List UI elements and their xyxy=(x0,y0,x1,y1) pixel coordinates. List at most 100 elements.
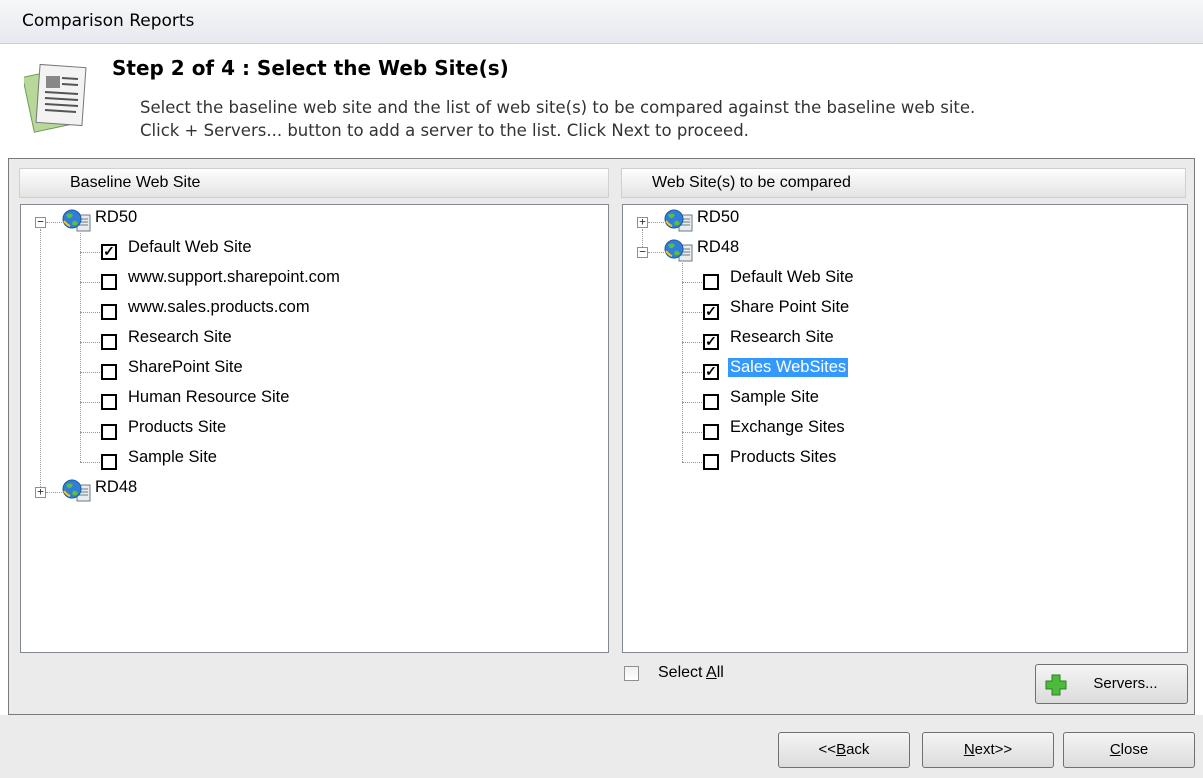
server-label: RD48 xyxy=(697,238,740,256)
site-checkbox[interactable] xyxy=(101,364,117,380)
site-label: Share Point Site xyxy=(730,298,850,316)
site-label: Research Site xyxy=(128,328,232,346)
collapse-icon[interactable]: − xyxy=(35,216,46,228)
site-label: Sales WebSites xyxy=(728,358,849,377)
compare-site-tree[interactable]: + RD50 − RD48 Default Web Site ✓ Share Point S… xyxy=(622,204,1188,653)
site-checkbox[interactable] xyxy=(101,334,117,350)
server-globe-icon xyxy=(663,209,695,233)
tree-connector xyxy=(682,282,704,283)
site-checkbox[interactable] xyxy=(101,304,117,320)
site-checkbox[interactable] xyxy=(703,394,719,410)
tree-site-node[interactable]: Products Sites xyxy=(623,448,1187,475)
site-checkbox[interactable]: ✓ xyxy=(703,304,719,320)
select-all-label: Select All xyxy=(658,664,724,681)
next-button[interactable]: Next>> xyxy=(922,732,1054,768)
server-label: RD48 xyxy=(95,478,138,496)
site-selection-panel: Baseline Web Site Web Site(s) to be comp… xyxy=(8,158,1195,715)
green-plus-icon xyxy=(1045,674,1067,696)
report-document-icon xyxy=(24,63,87,133)
tree-site-node[interactable]: www.support.sharepoint.com xyxy=(21,268,608,295)
close-button[interactable]: Close xyxy=(1063,732,1195,768)
tree-connector xyxy=(642,229,643,247)
server-label: RD50 xyxy=(95,208,138,226)
tree-connector xyxy=(682,342,704,343)
site-label: Products Sites xyxy=(730,448,837,466)
site-checkbox[interactable] xyxy=(703,454,719,470)
step-title: Step 2 of 4 : Select the Web Site(s) xyxy=(112,56,509,80)
tree-site-node[interactable]: ✓ Research Site xyxy=(623,328,1187,355)
description-line-1: Select the baseline web site and the lis… xyxy=(140,98,976,117)
site-label: Research Site xyxy=(730,328,834,346)
tree-site-node[interactable]: ✓ Sales WebSites xyxy=(623,358,1187,385)
tree-connector xyxy=(648,252,664,253)
wizard-header: Step 2 of 4 : Select the Web Site(s) Sel… xyxy=(0,44,1203,158)
site-checkbox[interactable]: ✓ xyxy=(101,244,117,260)
tree-server-node[interactable]: − RD48 xyxy=(623,238,1187,265)
tree-site-node[interactable]: ✓ Share Point Site xyxy=(623,298,1187,325)
baseline-pane-header: Baseline Web Site xyxy=(19,168,609,198)
tree-connector xyxy=(80,372,102,373)
site-label: www.sales.products.com xyxy=(128,298,310,316)
site-label: www.support.sharepoint.com xyxy=(128,268,340,286)
tree-server-node[interactable]: − RD50 xyxy=(21,208,608,235)
tree-site-node[interactable]: Human Resource Site xyxy=(21,388,608,415)
description-line-2: Click + Servers... button to add a serve… xyxy=(140,121,749,140)
tree-connector xyxy=(80,402,102,403)
tree-connector xyxy=(80,312,102,313)
tree-site-node[interactable]: Default Web Site xyxy=(623,268,1187,295)
tree-connector xyxy=(648,222,664,223)
server-globe-icon xyxy=(61,479,93,503)
site-checkbox[interactable]: ✓ xyxy=(703,364,719,380)
tree-connector xyxy=(80,342,102,343)
site-checkbox[interactable] xyxy=(101,454,117,470)
tree-site-node[interactable]: Research Site xyxy=(21,328,608,355)
tree-site-node[interactable]: Sample Site xyxy=(21,448,608,475)
site-label: Human Resource Site xyxy=(128,388,290,406)
back-button[interactable]: <<Back xyxy=(778,732,910,768)
tree-connector xyxy=(40,229,41,487)
site-checkbox[interactable]: ✓ xyxy=(703,334,719,350)
wizard-footer: <<Back Next>> Close xyxy=(0,715,1203,778)
window-title: Comparison Reports xyxy=(22,11,195,31)
expand-icon[interactable]: + xyxy=(35,486,46,498)
tree-server-node[interactable]: + RD50 xyxy=(623,208,1187,235)
compare-pane-header: Web Site(s) to be compared xyxy=(621,168,1186,198)
site-label: Default Web Site xyxy=(128,238,252,256)
baseline-site-tree[interactable]: − RD50 ✓ Default Web Site www.support.sharep… xyxy=(20,204,609,653)
server-globe-icon xyxy=(61,209,93,233)
site-checkbox[interactable] xyxy=(101,394,117,410)
site-label: SharePoint Site xyxy=(128,358,243,376)
tree-connector xyxy=(80,282,102,283)
tree-connector xyxy=(682,312,704,313)
tree-connector xyxy=(682,462,704,463)
tree-connector xyxy=(80,252,102,253)
tree-site-node[interactable]: Exchange Sites xyxy=(623,418,1187,445)
tree-connector xyxy=(682,432,704,433)
expand-icon[interactable]: + xyxy=(637,216,648,228)
site-checkbox[interactable] xyxy=(703,274,719,290)
tree-server-node[interactable]: + RD48 xyxy=(21,478,608,505)
site-checkbox[interactable] xyxy=(703,424,719,440)
site-label: Exchange Sites xyxy=(730,418,845,436)
site-checkbox[interactable] xyxy=(101,274,117,290)
select-all-checkbox[interactable]: Select All xyxy=(622,664,762,688)
site-label: Products Site xyxy=(128,418,227,436)
tree-site-node[interactable]: Sample Site xyxy=(623,388,1187,415)
tree-site-node[interactable]: www.sales.products.com xyxy=(21,298,608,325)
tree-site-node[interactable]: ✓ Default Web Site xyxy=(21,238,608,265)
tree-site-node[interactable]: Products Site xyxy=(21,418,608,445)
site-label: Sample Site xyxy=(128,448,217,466)
select-all-box[interactable] xyxy=(624,666,639,681)
tree-connector xyxy=(682,372,704,373)
servers-button-label: Servers... xyxy=(1093,675,1158,692)
tree-site-node[interactable]: SharePoint Site xyxy=(21,358,608,385)
title-bar: Comparison Reports xyxy=(0,0,1203,44)
server-globe-icon xyxy=(663,239,695,263)
site-label: Sample Site xyxy=(730,388,819,406)
tree-connector xyxy=(682,402,704,403)
tree-connector xyxy=(46,492,62,493)
site-checkbox[interactable] xyxy=(101,424,117,440)
tree-connector xyxy=(80,462,102,463)
add-servers-button[interactable]: Servers... xyxy=(1035,664,1188,704)
collapse-icon[interactable]: − xyxy=(637,246,648,258)
